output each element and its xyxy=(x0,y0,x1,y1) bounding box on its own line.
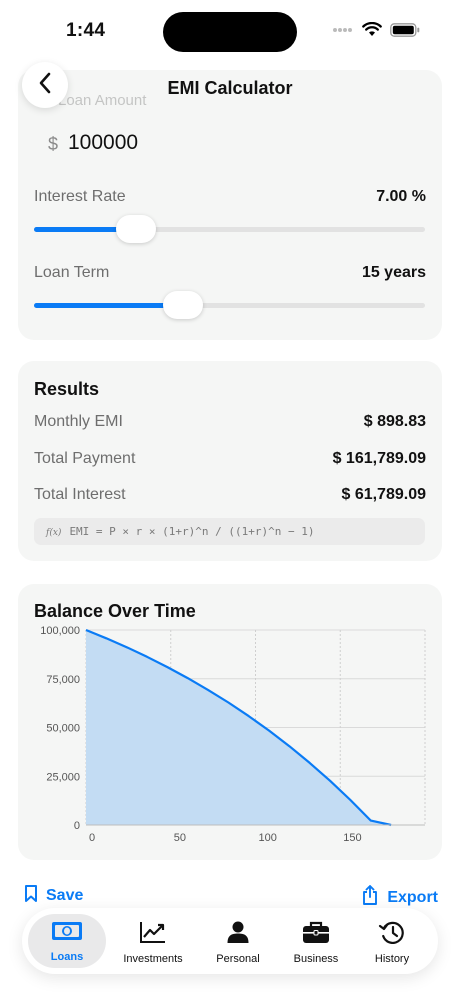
interest-rate-value: 7.00 % xyxy=(376,188,426,205)
wifi-icon xyxy=(362,21,382,42)
export-button[interactable]: Export xyxy=(361,884,438,911)
interest-rate-label: Interest Rate xyxy=(34,188,126,205)
y-tick-label: 50,000 xyxy=(46,723,80,735)
banknote-icon xyxy=(51,920,83,947)
loan-amount-input[interactable]: 100000 xyxy=(68,131,138,155)
loan-term-slider[interactable] xyxy=(34,291,425,319)
results-card: Results Monthly EMI $ 898.83 Total Payme… xyxy=(18,361,442,561)
bookmark-icon xyxy=(24,884,38,908)
tab-label: Business xyxy=(293,953,339,965)
y-tick-label: 25,000 xyxy=(46,771,80,783)
interest-rate-slider[interactable] xyxy=(34,215,425,243)
save-label: Save xyxy=(46,887,84,904)
cellular-signal-icon xyxy=(332,23,354,41)
loan-term-label: Loan Term xyxy=(34,264,110,281)
monthly-emi-label: Monthly EMI xyxy=(34,413,123,430)
tab-personal[interactable]: Personal xyxy=(199,914,277,968)
results-title: Results xyxy=(34,379,100,399)
back-button[interactable] xyxy=(22,62,68,108)
x-tick-label: 50 xyxy=(174,832,186,844)
loan-term-slider-fill xyxy=(34,303,183,308)
tab-label: Personal xyxy=(216,953,260,965)
function-icon: f(x) xyxy=(46,528,62,538)
tab-label: Investments xyxy=(123,953,183,965)
status-bar: 1:44 xyxy=(0,0,460,62)
status-icons xyxy=(332,21,420,42)
status-time: 1:44 xyxy=(66,20,106,41)
y-tick-label: 75,000 xyxy=(46,674,80,686)
share-icon xyxy=(361,884,379,911)
history-icon xyxy=(378,920,406,949)
chart-line-icon xyxy=(139,920,167,949)
tab-label: Loans xyxy=(50,951,84,963)
monthly-emi-value: $ 898.83 xyxy=(363,413,426,430)
balance-chart: 0 25,000 50,000 75,000 100,000 0 50 100 150 xyxy=(40,625,426,844)
export-label: Export xyxy=(387,888,438,906)
x-tick-label: 150 xyxy=(343,832,361,844)
tab-history[interactable]: History xyxy=(353,914,431,968)
loan-term-value: 15 years xyxy=(361,264,426,281)
balance-chart-card: Balance Over Time 0 25,000 50,000 75,000 100… xyxy=(18,584,442,860)
dynamic-island xyxy=(163,12,297,52)
total-payment-label: Total Payment xyxy=(34,450,136,467)
y-tick-label: 0 xyxy=(74,820,80,832)
tab-investments[interactable]: Investments xyxy=(114,914,192,968)
interest-rate-slider-thumb[interactable] xyxy=(115,215,156,243)
x-tick-label: 0 xyxy=(89,832,95,844)
page-title: EMI Calculator xyxy=(167,78,293,98)
x-tick-label: 100 xyxy=(259,832,277,844)
tab-loans[interactable]: Loans xyxy=(28,914,106,968)
y-tick-label: 100,000 xyxy=(40,625,80,637)
currency-symbol: $ xyxy=(48,134,59,154)
loan-inputs-card: Loan Amount $ 100000 Interest Rate 7.00 … xyxy=(18,70,442,340)
battery-icon xyxy=(390,22,420,42)
briefcase-icon xyxy=(302,920,330,949)
chevron-left-icon xyxy=(38,72,52,99)
tab-label: History xyxy=(374,953,410,965)
person-icon xyxy=(226,920,250,949)
tab-bar: Loans Investments Personal Business Hist… xyxy=(22,908,438,974)
formula-text: EMI = P × r × (1+r)^n / ((1+r)^n − 1) xyxy=(69,525,315,538)
save-button[interactable]: Save xyxy=(24,884,83,908)
tab-business[interactable]: Business xyxy=(277,914,355,968)
total-interest-label: Total Interest xyxy=(34,486,126,503)
total-interest-value: $ 61,789.09 xyxy=(341,486,426,503)
loan-term-slider-thumb[interactable] xyxy=(162,291,203,319)
total-payment-value: $ 161,789.09 xyxy=(332,450,426,467)
formula-box: f(x) EMI = P × r × (1+r)^n / ((1+r)^n − 1… xyxy=(34,518,425,545)
